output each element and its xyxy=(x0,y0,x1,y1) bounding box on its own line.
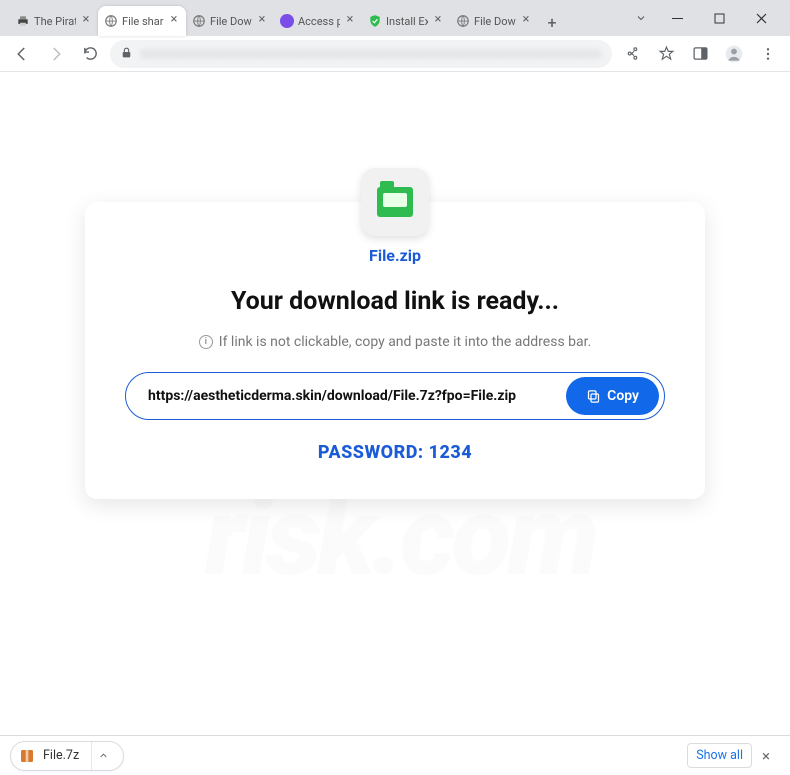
close-icon[interactable]: × xyxy=(752,747,780,765)
hint-text: i If link is not clickable, copy and pas… xyxy=(125,334,665,350)
tab-title: File shari xyxy=(122,15,164,28)
bookmark-icon[interactable] xyxy=(652,40,680,68)
chevron-down-icon[interactable] xyxy=(626,4,656,32)
back-button[interactable] xyxy=(8,40,36,68)
filename: File.zip xyxy=(125,246,665,265)
purple-icon xyxy=(280,14,294,28)
globe-icon xyxy=(192,14,206,28)
sidepanel-icon[interactable] xyxy=(686,40,714,68)
printer-icon xyxy=(16,14,30,28)
copy-button[interactable]: Copy xyxy=(566,377,659,415)
show-all-button[interactable]: Show all xyxy=(687,743,752,768)
chevron-up-icon[interactable] xyxy=(91,742,115,770)
tab-title: File Down xyxy=(210,15,252,28)
forward-button[interactable] xyxy=(42,40,70,68)
info-icon: i xyxy=(199,335,213,349)
headline: Your download link is ready... xyxy=(125,287,665,316)
close-icon[interactable]: × xyxy=(344,15,356,27)
address-bar[interactable] xyxy=(110,40,612,68)
copy-icon xyxy=(586,389,601,404)
menu-icon[interactable] xyxy=(754,40,782,68)
download-url[interactable]: https://aestheticderma.skin/download/Fil… xyxy=(148,388,556,404)
window-controls xyxy=(626,0,782,36)
tab-access[interactable]: Access po × xyxy=(274,6,362,36)
lock-icon xyxy=(120,44,133,63)
globe-icon xyxy=(104,14,118,28)
close-icon[interactable]: × xyxy=(168,15,180,27)
close-icon[interactable]: × xyxy=(256,15,268,27)
downloads-bar: File.7z Show all × xyxy=(0,735,790,775)
download-card: File.zip Your download link is ready... … xyxy=(85,202,705,499)
shield-icon xyxy=(368,14,382,28)
new-tab-button[interactable]: + xyxy=(538,8,566,36)
copy-label: Copy xyxy=(607,388,639,404)
tab-filedown1[interactable]: File Down × xyxy=(186,6,274,36)
url-obscured xyxy=(141,49,602,59)
password-label: PASSWORD: xyxy=(318,442,424,463)
tab-pirate[interactable]: The Pirate × xyxy=(10,6,98,36)
titlebar: The Pirate × File shari × File Down × Ac… xyxy=(0,0,790,36)
hint-label: If link is not clickable, copy and paste… xyxy=(219,334,591,350)
password-line: PASSWORD: 1234 xyxy=(125,442,665,463)
maximize-button[interactable] xyxy=(698,4,740,32)
password-value: 1234 xyxy=(429,442,473,463)
tab-strip: The Pirate × File shari × File Down × Ac… xyxy=(8,4,626,36)
close-icon[interactable]: × xyxy=(520,15,532,27)
tab-filesharing[interactable]: File shari × xyxy=(98,6,186,36)
tab-title: File Down xyxy=(474,15,516,28)
minimize-button[interactable] xyxy=(656,4,698,32)
archive-icon xyxy=(19,748,35,764)
tab-title: Access po xyxy=(298,15,340,28)
close-icon[interactable]: × xyxy=(80,15,92,27)
download-item[interactable]: File.7z xyxy=(10,741,124,771)
download-link-box: https://aestheticderma.skin/download/Fil… xyxy=(125,372,665,420)
browser-toolbar xyxy=(0,36,790,72)
tab-title: Install Ext xyxy=(386,15,428,28)
tab-filedown2[interactable]: File Down × xyxy=(450,6,538,36)
tab-install[interactable]: Install Ext × xyxy=(362,6,450,36)
close-button[interactable] xyxy=(740,4,782,32)
file-icon xyxy=(361,168,429,236)
globe-icon xyxy=(456,14,470,28)
share-icon[interactable] xyxy=(618,40,646,68)
profile-icon[interactable] xyxy=(720,40,748,68)
download-filename: File.7z xyxy=(43,748,79,763)
reload-button[interactable] xyxy=(76,40,104,68)
close-icon[interactable]: × xyxy=(432,15,444,27)
page-content: risk.com File.zip Your download link is … xyxy=(0,72,790,735)
tab-title: The Pirate xyxy=(34,15,76,28)
